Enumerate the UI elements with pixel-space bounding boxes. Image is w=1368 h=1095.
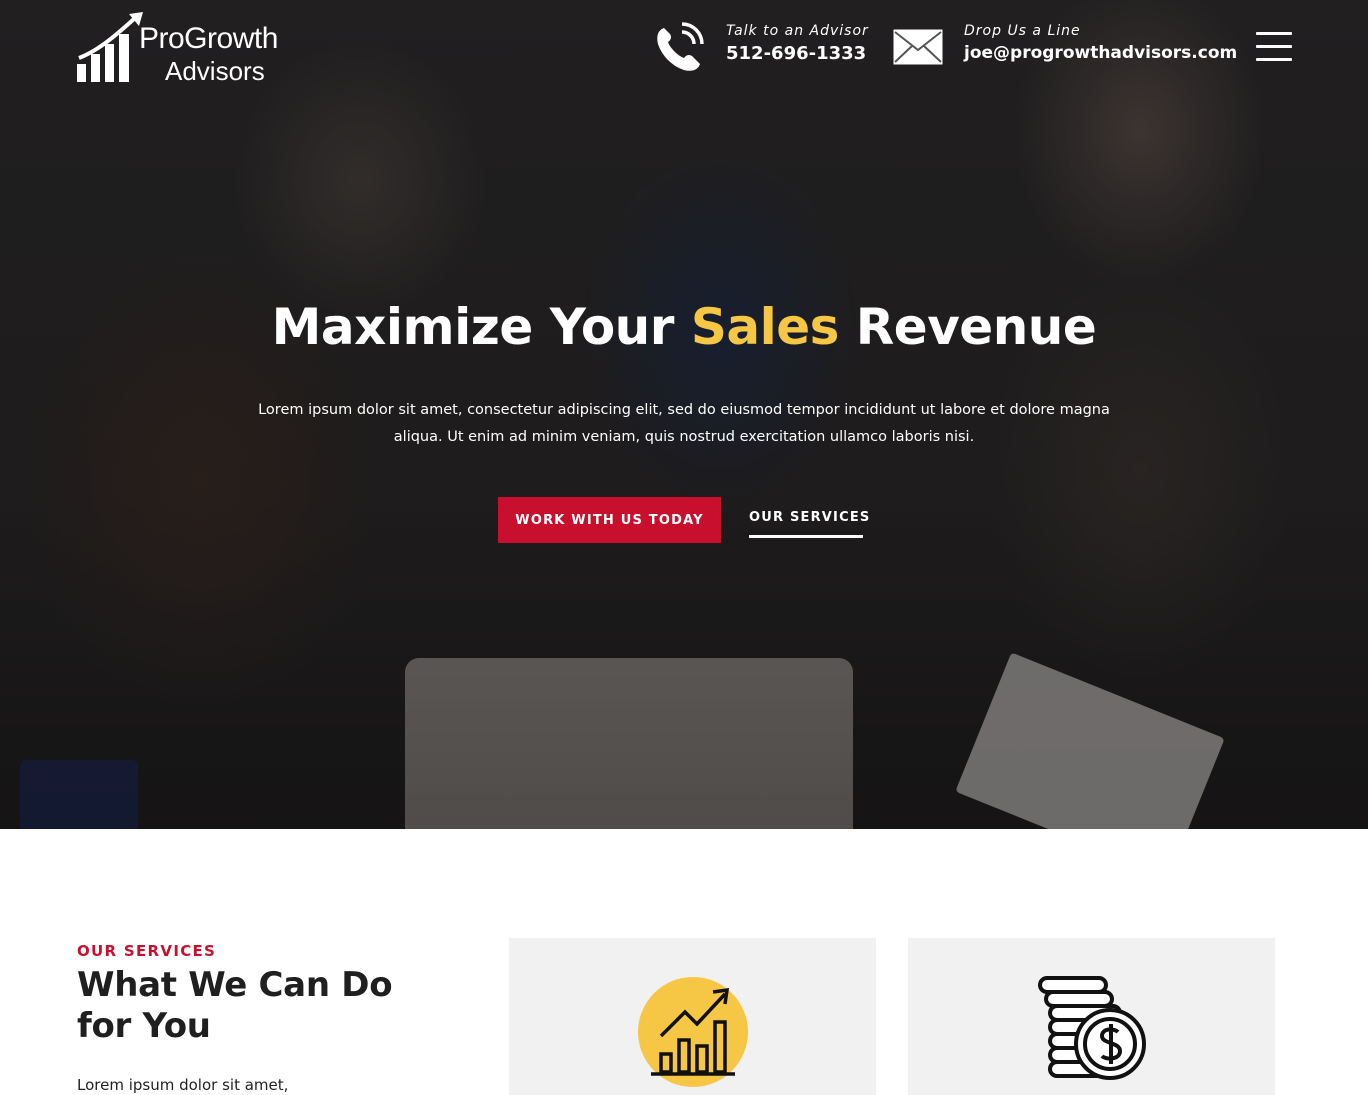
services-heading: What We Can Do for You — [77, 965, 393, 1046]
email-address[interactable]: joe@progrowthadvisors.com — [964, 43, 1237, 63]
coins-stack-icon — [1034, 974, 1150, 1094]
hero-title-accent: Sales — [690, 298, 840, 356]
services-eyebrow: OUR SERVICES — [77, 942, 217, 960]
envelope-icon — [892, 28, 944, 70]
menu-bar-bottom — [1256, 58, 1292, 61]
phone-number[interactable]: 512-696-1333 — [726, 43, 866, 64]
brand-logo[interactable]: ProGrowth Advisors — [77, 12, 307, 86]
hero-title-part2: Revenue — [838, 298, 1097, 356]
hero-subtitle: Lorem ipsum dolor sit amet, consectetur … — [258, 402, 1110, 445]
phone-icon — [654, 22, 704, 78]
hero-title-part1: Maximize Your — [271, 298, 691, 356]
growth-arrow-logo-icon — [77, 12, 143, 82]
menu-bar-middle — [1256, 45, 1292, 48]
brand-name-line2: Advisors — [165, 56, 265, 86]
hamburger-menu-icon[interactable] — [1256, 32, 1292, 62]
services-intro-text: Lorem ipsum dolor sit amet, — [77, 1076, 289, 1094]
work-with-us-button[interactable]: WORK WITH US TODAY — [498, 497, 721, 543]
header-phone-contact[interactable]: Talk to an Advisor 512-696-1333 — [654, 20, 874, 76]
header-email-contact[interactable]: Drop Us a Line joe@progrowthadvisors.com — [892, 20, 1237, 76]
service-card-revenue[interactable] — [908, 938, 1275, 1095]
phone-label: Talk to an Advisor — [726, 23, 869, 39]
our-services-link[interactable]: OUR SERVICES — [749, 510, 869, 538]
hero-title: Maximize Your Sales Revenue — [0, 298, 1368, 356]
service-card-growth[interactable] — [509, 938, 876, 1095]
hero-section: ProGrowth Advisors Talk to an Advisor 51… — [0, 0, 1368, 829]
menu-bar-top — [1256, 32, 1292, 35]
email-label: Drop Us a Line — [964, 23, 1081, 39]
brand-name-line1: ProGrowth — [139, 22, 278, 55]
growth-chart-icon — [637, 976, 749, 1092]
